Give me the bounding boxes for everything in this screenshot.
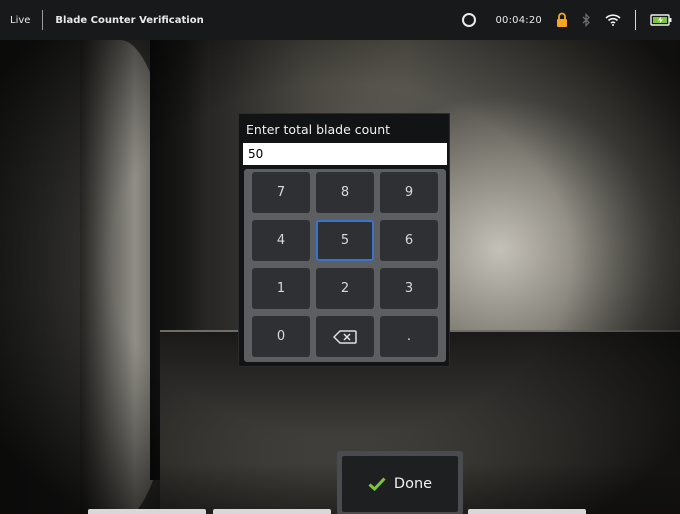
key-1[interactable]: 1 [252, 268, 310, 309]
key-5[interactable]: 5 [316, 220, 374, 261]
key-9[interactable]: 9 [380, 172, 438, 213]
status-divider-right [635, 10, 636, 30]
key-backspace[interactable] [316, 316, 374, 357]
key-2[interactable]: 2 [316, 268, 374, 309]
key-0[interactable]: 0 [252, 316, 310, 357]
mode-label: Live [10, 14, 31, 26]
done-button-face[interactable]: Done [342, 456, 458, 512]
numeric-keypad: 7 8 9 4 5 6 1 2 3 0 . [244, 169, 446, 362]
key-4[interactable]: 4 [252, 220, 310, 261]
backspace-icon [333, 329, 357, 344]
lock-icon [556, 12, 568, 28]
status-icons: 00:04:20 [447, 0, 672, 40]
elapsed-time: 00:04:20 [495, 14, 542, 26]
key-7[interactable]: 7 [252, 172, 310, 213]
sync-status-icon [461, 12, 477, 28]
key-3[interactable]: 3 [380, 268, 438, 309]
dialog-title: Enter total blade count [246, 122, 391, 137]
status-divider [42, 10, 44, 30]
softkey-1[interactable] [88, 509, 206, 514]
done-label: Done [393, 476, 433, 492]
bluetooth-icon [582, 13, 591, 27]
softkey-2[interactable] [213, 509, 331, 514]
softkey-4[interactable] [468, 509, 586, 514]
battery-charging-icon [650, 14, 672, 26]
status-bar: Live Blade Counter Verification 00:04:20 [0, 0, 680, 40]
screen-title: Blade Counter Verification [55, 14, 204, 26]
done-button[interactable]: Done [337, 451, 463, 514]
key-decimal[interactable]: . [380, 316, 438, 357]
blade-count-input[interactable]: 50 [243, 143, 447, 165]
key-6[interactable]: 6 [380, 220, 438, 261]
checkmark-icon [368, 477, 386, 491]
key-8[interactable]: 8 [316, 172, 374, 213]
blade-count-dialog: Enter total blade count 50 7 8 9 4 5 6 1… [238, 113, 450, 367]
wifi-icon [605, 14, 621, 26]
